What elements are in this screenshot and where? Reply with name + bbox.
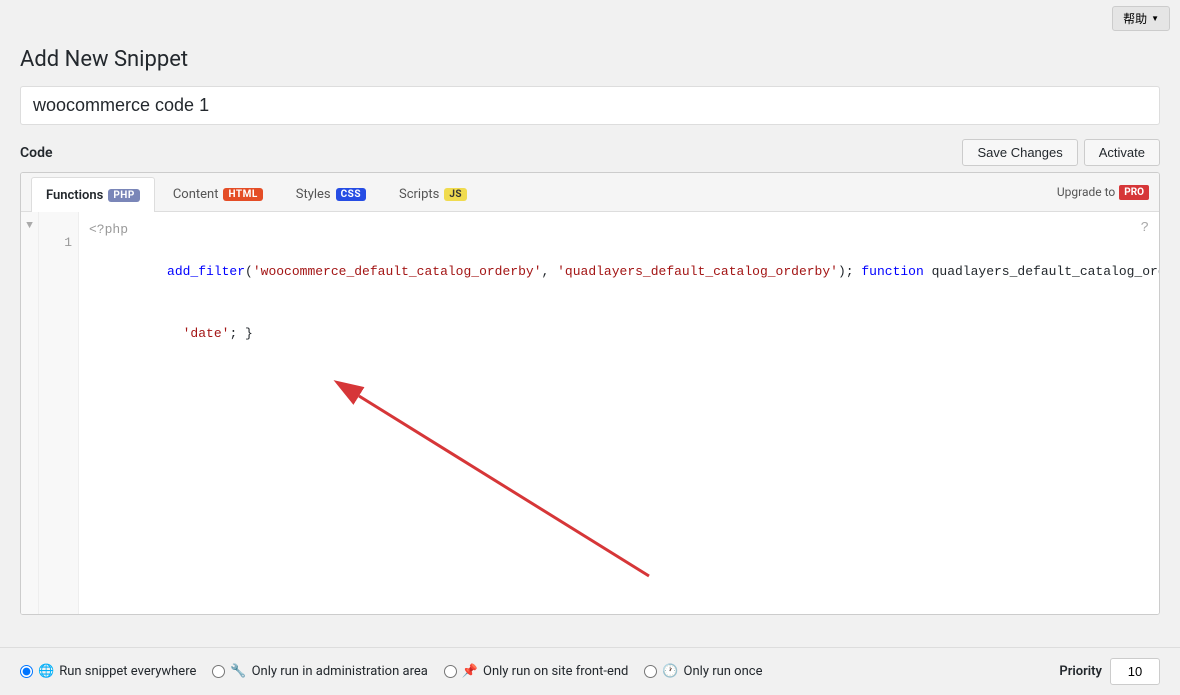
tab-styles[interactable]: Styles CSS — [281, 177, 381, 211]
tab-scripts-badge: JS — [444, 188, 467, 201]
tab-scripts-label: Scripts — [399, 187, 439, 202]
globe-icon: 🌐 — [38, 664, 54, 679]
snippet-name-input[interactable] — [20, 86, 1160, 125]
line-number-1: 1 — [45, 235, 72, 250]
code-line-1: add_filter('woocommerce_default_catalog_… — [89, 241, 1149, 303]
run-option-everywhere[interactable]: 🌐 Run snippet everywhere — [20, 664, 196, 679]
php-open-tag: <?php — [89, 220, 1149, 241]
tab-content[interactable]: Content HTML — [158, 177, 278, 211]
tab-styles-label: Styles — [296, 187, 331, 202]
editor-container: Functions PHP Content HTML Styles CSS Sc… — [20, 172, 1160, 615]
priority-label: Priority — [1059, 664, 1102, 679]
code-editor-area[interactable]: ▼ 1 <?php add_filter('woocommerce_defaul… — [21, 212, 1159, 614]
fn-call: add_filter — [167, 264, 245, 279]
tabs-bar: Functions PHP Content HTML Styles CSS Sc… — [21, 173, 1159, 212]
tab-functions-badge: PHP — [108, 189, 139, 202]
run-options: 🌐 Run snippet everywhere 🔧 Only run in a… — [20, 664, 762, 679]
upgrade-section[interactable]: Upgrade to PRO — [1057, 185, 1149, 200]
run-once-label: Only run once — [684, 664, 763, 679]
help-icon[interactable]: ? — [1141, 220, 1149, 236]
run-option-admin[interactable]: 🔧 Only run in administration area — [212, 664, 427, 679]
pro-badge: PRO — [1119, 185, 1149, 200]
run-admin-label: Only run in administration area — [252, 664, 428, 679]
line-number-0 — [45, 220, 72, 235]
kw-function: function — [861, 264, 923, 279]
code-content[interactable]: <?php add_filter('woocommerce_default_ca… — [79, 212, 1159, 614]
arrow-container — [89, 366, 1149, 606]
tab-styles-badge: CSS — [336, 188, 366, 201]
help-label: 帮助 — [1123, 10, 1147, 27]
help-button[interactable]: 帮助 — [1112, 6, 1170, 31]
run-frontend-label: Only run on site front-end — [483, 664, 628, 679]
run-option-frontend[interactable]: 📌 Only run on site front-end — [444, 664, 629, 679]
radio-admin[interactable] — [212, 665, 225, 678]
tabs-left: Functions PHP Content HTML Styles CSS Sc… — [31, 173, 485, 211]
str-1: 'woocommerce_default_catalog_orderby' — [253, 264, 542, 279]
tab-functions-label: Functions — [46, 188, 103, 203]
activate-button[interactable]: Activate — [1084, 139, 1160, 166]
collapse-icon: ▼ — [26, 220, 33, 232]
code-line-2: 'date'; } — [89, 303, 1149, 365]
tab-content-badge: HTML — [223, 188, 262, 201]
save-changes-button[interactable]: Save Changes — [962, 139, 1077, 166]
arrow-svg — [89, 366, 1149, 606]
header-buttons: Save Changes Activate — [962, 139, 1160, 166]
clock-icon: 🕐 — [662, 664, 678, 679]
str-date: 'date' — [183, 326, 230, 341]
tab-functions[interactable]: Functions PHP — [31, 177, 155, 212]
page-title: Add New Snippet — [20, 47, 1160, 72]
radio-once[interactable] — [644, 665, 657, 678]
tab-content-label: Content — [173, 187, 219, 202]
str-2: 'quadlayers_default_catalog_orderby' — [557, 264, 838, 279]
tab-scripts[interactable]: Scripts JS — [384, 177, 482, 211]
wrench-icon: 🔧 — [230, 664, 246, 679]
code-section-label: Code — [20, 145, 53, 161]
radio-everywhere[interactable] — [20, 665, 33, 678]
upgrade-label: Upgrade to — [1057, 185, 1115, 199]
pin-icon: 📌 — [462, 664, 478, 679]
radio-frontend[interactable] — [444, 665, 457, 678]
run-everywhere-label: Run snippet everywhere — [59, 664, 196, 679]
priority-input[interactable] — [1110, 658, 1160, 685]
collapse-toggle[interactable]: ▼ — [21, 212, 39, 614]
run-option-once[interactable]: 🕐 Only run once — [644, 664, 762, 679]
priority-section: Priority — [1059, 658, 1160, 685]
line-numbers: 1 — [39, 212, 79, 614]
bottom-bar: 🌐 Run snippet everywhere 🔧 Only run in a… — [0, 647, 1180, 695]
